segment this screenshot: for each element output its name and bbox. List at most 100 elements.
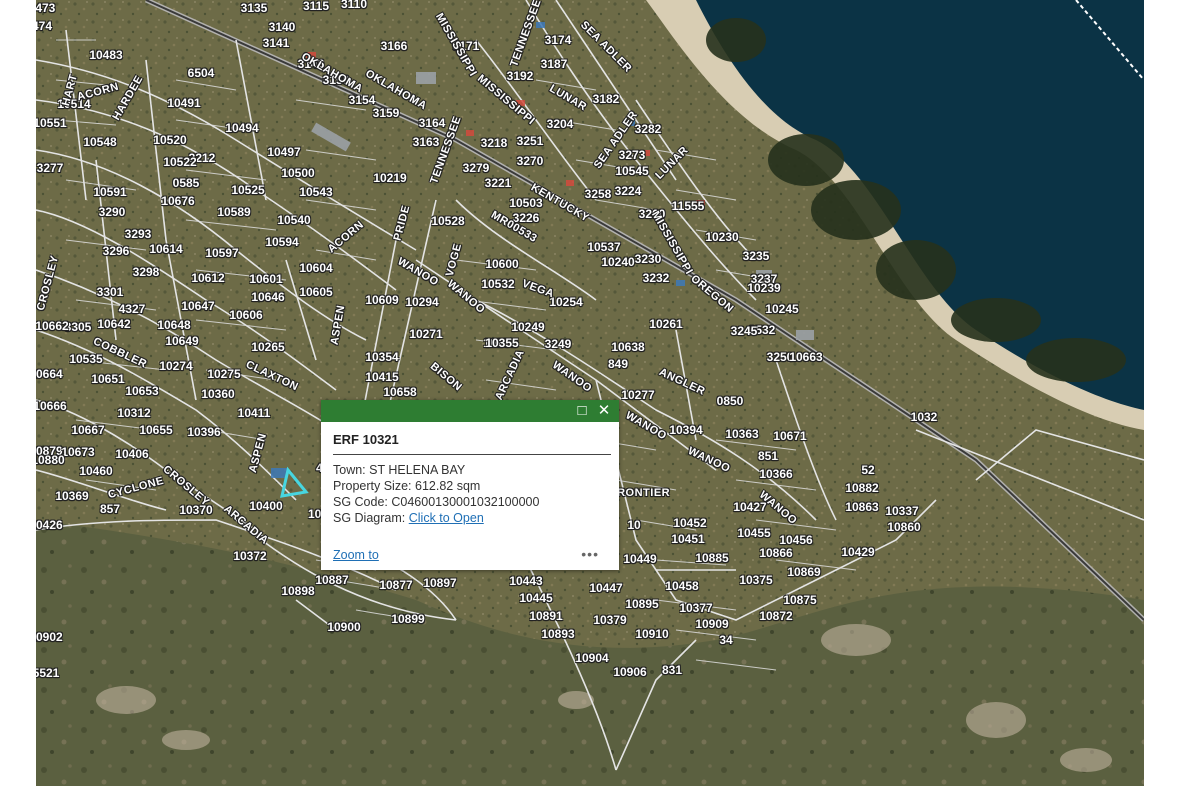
parcel-number-label: 10520: [153, 133, 187, 147]
parcel-number-label: 10525: [231, 183, 265, 197]
parcel-number-label: 10522: [163, 155, 197, 169]
parcel-number-label: 3270: [516, 154, 544, 168]
parcel-number-label: 6504: [187, 66, 215, 80]
more-options-icon[interactable]: •••: [581, 546, 599, 562]
parcel-number-label: 10866: [759, 546, 793, 560]
parcel-number-label: 10897: [423, 576, 457, 590]
zoom-to-link[interactable]: Zoom to: [333, 548, 379, 562]
parcel-number-label: 10601: [249, 272, 283, 286]
parcel-number-label: 3290: [98, 205, 126, 219]
parcel-number-label: 10673: [61, 445, 95, 459]
close-icon[interactable]: ✕: [593, 400, 615, 422]
town-value: ST HELENA BAY: [369, 463, 466, 477]
feature-popup[interactable]: □ ✕ ERF 10321 Town: ST HELENA BAY Proper…: [321, 400, 619, 570]
parcel-number-label: 10415: [365, 370, 399, 384]
parcel-number-label: 3235: [742, 249, 770, 263]
parcel-number-label: 10651: [91, 372, 125, 386]
maximize-icon[interactable]: □: [571, 400, 593, 422]
sgcode-row: SG Code: C04600130001032100000: [333, 494, 539, 510]
parcel-number-label: 10882: [845, 481, 879, 495]
parcel-number-label: 10860: [887, 520, 921, 534]
town-row: Town: ST HELENA BAY: [333, 462, 539, 478]
parcel-number-label: 857: [99, 502, 121, 516]
parcel-number-label: 3164: [418, 116, 446, 130]
parcel-number-label: 10366: [759, 467, 793, 481]
parcel-number-label: 10658: [383, 385, 417, 399]
parcel-number-label: 10869: [787, 565, 821, 579]
parcel-number-label: 5521: [36, 666, 60, 680]
parcel-number-label: 10667: [71, 423, 105, 437]
parcel-number-label: 3273: [618, 148, 646, 162]
parcel-number-label: 3298: [132, 265, 160, 279]
parcel-number-label: 10491: [167, 96, 201, 110]
parcel-number-label: 10877: [379, 578, 413, 592]
parcel-number-label: 10906: [613, 665, 647, 679]
parcel-number-label: 10904: [575, 651, 609, 665]
parcel-number-label: 10411: [237, 406, 271, 420]
diagram-label: SG Diagram:: [333, 511, 406, 525]
sgcode-value: C04600130001032100000: [391, 495, 540, 509]
town-label: Town:: [333, 463, 366, 477]
parcel-number-label: 10910: [635, 627, 669, 641]
parcel-number-label: 10363: [725, 427, 759, 441]
parcel-number-label: 10375: [739, 573, 773, 587]
parcel-number-label: 3232: [642, 271, 670, 285]
parcel-number-label: 3301: [96, 285, 124, 299]
parcel-number-label: 474: [36, 19, 53, 33]
parcel-number-label: 10597: [205, 246, 239, 260]
parcel-number-label: 10863: [845, 500, 879, 514]
map-view[interactable]: 0473474313531403115311031413166317131743…: [36, 0, 1144, 786]
parcel-number-label: 10885: [695, 551, 729, 565]
popup-divider: [333, 454, 611, 455]
parcel-number-label: 10543: [299, 185, 333, 199]
parcel-number-label: 3224: [614, 184, 642, 198]
parcel-number-label: 3245: [730, 324, 758, 338]
parcel-number-label: 10443: [509, 574, 543, 588]
popup-header-bar: □ ✕: [321, 400, 619, 422]
parcel-number-label: 10899: [391, 612, 425, 626]
parcel-number-label: 10271: [409, 327, 443, 341]
parcel-number-label: 10245: [765, 302, 799, 316]
parcel-number-label: 10377: [679, 601, 713, 615]
parcel-number-label: 0585: [172, 176, 200, 190]
parcel-number-label: 10: [627, 518, 641, 532]
parcel-number-label: 3110: [340, 0, 368, 11]
parcel-number-label: 10458: [665, 579, 699, 593]
parcel-number-label: 3174: [544, 33, 572, 47]
parcel-number-label: 10396: [187, 425, 221, 439]
parcel-number-label: 10891: [529, 609, 563, 623]
parcel-number-label: 10664: [36, 367, 63, 381]
parcel-number-label: 10239: [747, 281, 781, 295]
parcel-number-label: 10494: [225, 121, 259, 135]
parcel-number-label: 10249: [511, 320, 545, 334]
parcel-number-label: 10372: [233, 549, 267, 563]
parcel-number-label: 10638: [611, 340, 645, 354]
parcel-number-label: 10406: [115, 447, 149, 461]
parcel-number-label: 3258: [584, 187, 612, 201]
parcel-number-label: 10532: [481, 277, 515, 291]
parcel-number-label: 10880: [36, 453, 65, 467]
diagram-link[interactable]: Click to Open: [409, 511, 484, 525]
parcel-number-label: 10655: [139, 423, 173, 437]
parcel-number-label: 3221: [484, 176, 512, 190]
parcel-number-label: 10379: [593, 613, 627, 627]
parcel-number-label: 3140: [268, 20, 296, 34]
parcel-number-label: 3277: [36, 161, 64, 175]
parcel-number-label: 3293: [124, 227, 152, 241]
parcel-number-label: 3249: [544, 337, 572, 351]
parcel-number-label: 10614: [149, 242, 183, 256]
parcel-number-label: 10370: [179, 503, 213, 517]
sgcode-label: SG Code:: [333, 495, 388, 509]
parcel-number-label: 10360: [201, 387, 235, 401]
size-row: Property Size: 612.82 sqm: [333, 478, 539, 494]
size-value: 612.82 sqm: [415, 479, 481, 493]
parcel-number-label: 3251: [516, 134, 544, 148]
parcel-number-label: 10648: [157, 318, 191, 332]
parcel-number-label: 849: [607, 357, 629, 371]
parcel-number-label: 3230: [634, 252, 662, 266]
parcel-number-label: 10294: [405, 295, 439, 309]
parcel-number-label: 10895: [625, 597, 659, 611]
parcel-number-label: 10646: [251, 290, 285, 304]
parcel-number-label: 10500: [281, 166, 315, 180]
parcel-number-label: 34: [719, 633, 733, 647]
